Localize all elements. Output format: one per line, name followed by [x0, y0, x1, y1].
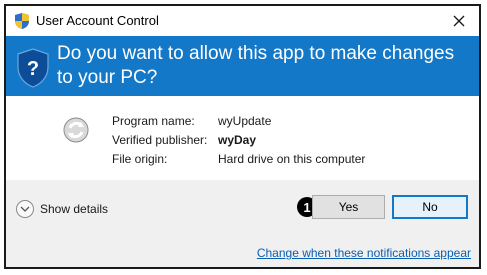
program-info: Program name: wyUpdate Verified publisher…: [6, 96, 479, 180]
file-origin-value: Hard drive on this computer: [218, 152, 366, 166]
title-bar: User Account Control: [6, 6, 479, 36]
dialog-footer: Show details 1 Yes No Change when these …: [6, 180, 479, 267]
no-button[interactable]: No: [392, 195, 468, 219]
prompt-question: Do you want to allow this app to make ch…: [57, 43, 455, 88]
svg-text:?: ?: [27, 58, 39, 80]
publisher-row: Verified publisher: wyDay: [112, 133, 256, 147]
window-title: User Account Control: [36, 13, 159, 28]
uac-dialog: User Account Control ? Do you want to al…: [4, 4, 481, 269]
notification-settings-link[interactable]: Change when these notifications appear: [257, 246, 471, 260]
program-name-label: Program name:: [112, 114, 195, 128]
show-details-toggle[interactable]: Show details: [16, 198, 108, 220]
show-details-label: Show details: [40, 202, 109, 216]
chevron-down-icon: [16, 200, 34, 218]
prompt-banner: ? Do you want to allow this app to make …: [6, 36, 479, 96]
yes-button[interactable]: Yes: [312, 195, 385, 219]
publisher-label: Verified publisher:: [112, 133, 208, 147]
file-origin-label: File origin:: [112, 152, 168, 166]
publisher-value: wyDay: [218, 133, 257, 147]
file-origin-row: File origin: Hard drive on this computer: [112, 152, 365, 166]
close-icon: [453, 15, 465, 27]
uac-shield-icon: [14, 12, 30, 30]
program-refresh-icon: [62, 116, 90, 144]
close-button[interactable]: [445, 8, 473, 34]
program-name-row: Program name: wyUpdate: [112, 114, 271, 128]
shield-question-icon: ?: [16, 48, 50, 88]
program-name-value: wyUpdate: [218, 114, 272, 128]
